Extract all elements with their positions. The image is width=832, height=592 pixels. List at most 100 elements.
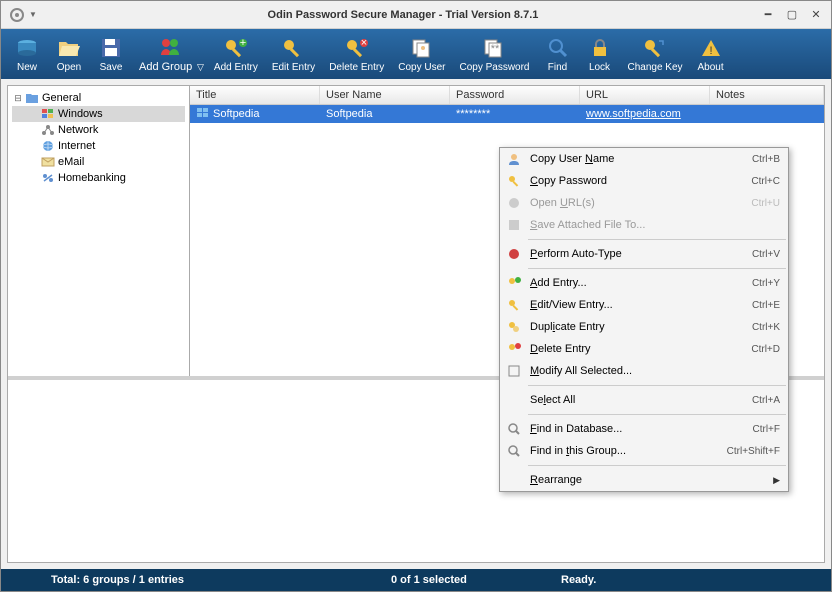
cell-notes [710,112,824,116]
entry-icon [196,107,210,122]
menu-find-group[interactable]: Find in this Group...Ctrl+Shift+F [500,440,788,462]
tree-label: Windows [58,108,103,120]
col-notes[interactable]: Notes [710,86,824,104]
menu-separator [528,465,786,466]
delete-entry-button[interactable]: ×Delete Entry [323,34,390,75]
menu-copy-password[interactable]: Copy PasswordCtrl+C [500,170,788,192]
menu-select-all[interactable]: Select AllCtrl+A [500,389,788,411]
window-title: Odin Password Secure Manager - Trial Ver… [45,9,761,21]
tree-root-general[interactable]: ⊟ General [12,90,185,106]
svg-text:!: ! [709,45,712,57]
tree-item-email[interactable]: eMail [12,154,185,170]
settings-dropdown-icon[interactable]: ▼ [29,10,37,19]
change-key-icon [641,36,669,60]
disk-icon [504,217,524,233]
copy-user-icon [408,36,436,60]
key-edit-icon [504,297,524,313]
open-button[interactable]: Open [49,34,89,75]
user-icon [504,151,524,167]
list-header: Title User Name Password URL Notes [190,86,824,105]
tree-label: Homebanking [58,172,126,184]
toolbar: New Open Save Add Group ▽ +Add Entry Edi… [1,29,831,79]
copy-password-button[interactable]: **Copy Password [453,34,535,75]
menu-copy-username[interactable]: Copy User NameCtrl+B [500,148,788,170]
col-password[interactable]: Password [450,86,580,104]
status-total: Total: 6 groups / 1 entries [11,574,391,586]
about-button[interactable]: !About [691,34,731,75]
col-title[interactable]: Title [190,86,320,104]
menu-rearrange[interactable]: Rearrange▶ [500,469,788,491]
copy-password-icon: ** [480,36,508,60]
autotype-icon [504,246,524,262]
floppy-icon [97,36,125,60]
svg-text:**: ** [491,43,500,55]
windows-icon [40,106,56,122]
tree-item-internet[interactable]: Internet [12,138,185,154]
settings-gear-icon[interactable] [9,7,25,23]
svg-text:×: × [360,38,366,49]
key-delete-icon: × [343,36,371,60]
folder-icon [24,90,40,106]
menu-separator [528,268,786,269]
menu-edit-entry[interactable]: Edit/View Entry...Ctrl+E [500,294,788,316]
cell-password: ******** [450,106,580,122]
tree-item-windows[interactable]: Windows [12,106,185,122]
email-icon [40,154,56,170]
key-add-icon: + [222,36,250,60]
statusbar: Total: 6 groups / 1 entries 0 of 1 selec… [1,569,831,591]
cell-title: Softpedia [190,105,320,124]
maximize-button[interactable]: ▢ [785,8,799,22]
collapse-icon[interactable]: ⊟ [12,93,24,104]
lock-icon [586,36,614,60]
col-url[interactable]: URL [580,86,710,104]
network-icon [40,122,56,138]
menu-autotype[interactable]: Perform Auto-TypeCtrl+V [500,243,788,265]
close-button[interactable]: ✕ [809,8,823,22]
warning-icon: ! [697,36,725,60]
key-delete-icon [504,341,524,357]
group-tree[interactable]: ⊟ General Windows Network Internet eMail… [8,86,190,376]
submenu-arrow-icon: ▶ [773,475,780,486]
add-entry-button[interactable]: +Add Entry [208,34,264,75]
titlebar: ▼ Odin Password Secure Manager - Trial V… [1,1,831,29]
cell-user: Softpedia [320,106,450,122]
minimize-button[interactable]: ━ [761,8,775,22]
search-icon [544,36,572,60]
new-button[interactable]: New [7,34,47,75]
table-row[interactable]: Softpedia Softpedia ******** www.softped… [190,105,824,123]
copy-user-button[interactable]: Copy User [392,34,451,75]
tree-label: General [42,92,81,104]
key-edit-icon [280,36,308,60]
save-button[interactable]: Save [91,34,131,75]
tree-item-homebanking[interactable]: Homebanking [12,170,185,186]
lock-button[interactable]: Lock [580,34,620,75]
svg-text:+: + [240,38,246,49]
edit-entry-button[interactable]: Edit Entry [266,34,321,75]
status-selected: 0 of 1 selected [391,574,561,586]
database-icon [13,36,41,60]
duplicate-icon [504,319,524,335]
menu-save-attached: Save Attached File To... [500,214,788,236]
tree-item-network[interactable]: Network [12,122,185,138]
search-icon [504,443,524,459]
add-group-button[interactable]: Add Group ▽ [133,33,206,75]
menu-delete-entry[interactable]: Delete EntryCtrl+D [500,338,788,360]
app-window: ▼ Odin Password Secure Manager - Trial V… [0,0,832,592]
key-icon [504,173,524,189]
key-add-icon [504,275,524,291]
menu-modify-all[interactable]: Modify All Selected... [500,360,788,382]
col-username[interactable]: User Name [320,86,450,104]
percent-icon [40,170,56,186]
menu-add-entry[interactable]: Add Entry...Ctrl+Y [500,272,788,294]
menu-find-database[interactable]: Find in Database...Ctrl+F [500,418,788,440]
folder-open-icon [55,36,83,60]
change-key-button[interactable]: Change Key [622,34,689,75]
find-button[interactable]: Find [538,34,578,75]
tree-label: Network [58,124,98,136]
search-icon [504,421,524,437]
menu-duplicate-entry[interactable]: Duplicate EntryCtrl+K [500,316,788,338]
tree-label: Internet [58,140,95,152]
menu-separator [528,385,786,386]
dropdown-arrow-icon: ▽ [197,62,204,72]
menu-separator [528,414,786,415]
